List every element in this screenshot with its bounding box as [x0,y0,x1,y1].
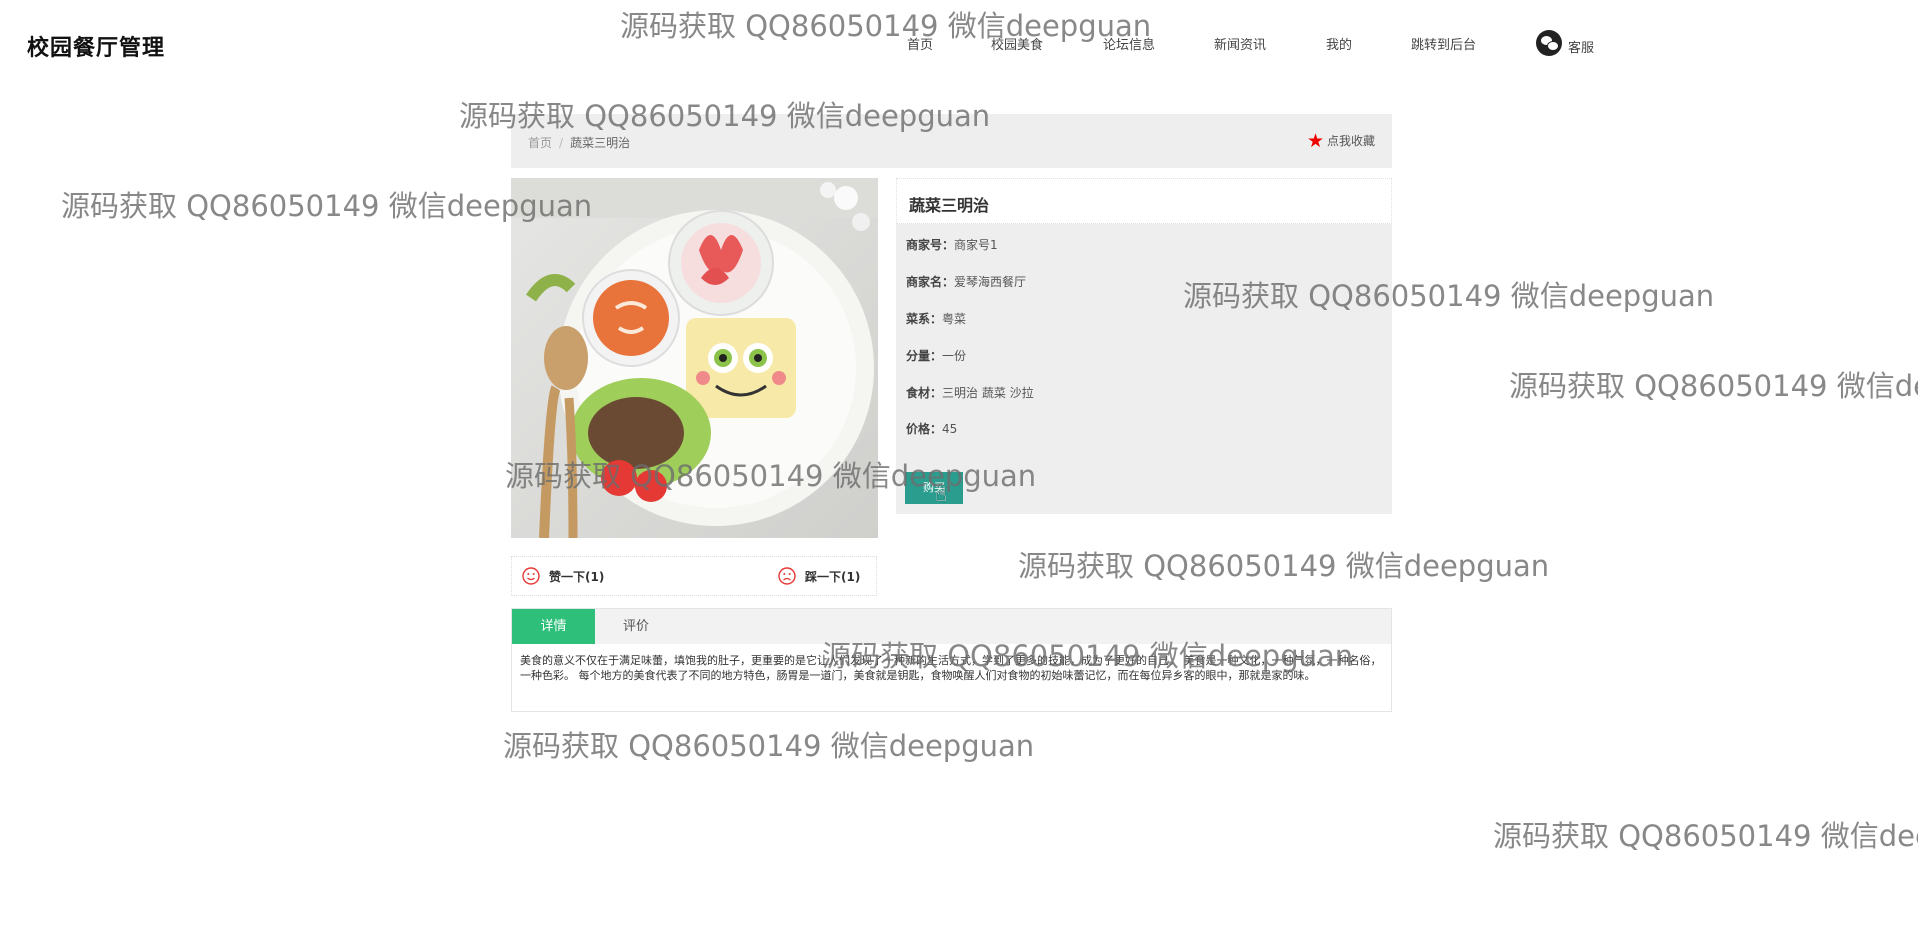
favorite-label: 点我收藏 [1326,134,1375,148]
field-ingredients: 食材：三明治 蔬菜 沙拉 [906,384,1034,401]
like-label: 赞一下(1) [549,569,605,584]
field-portion: 分量：一份 [906,347,966,364]
tab-detail[interactable]: 详情 [512,609,595,644]
nav-news[interactable]: 新闻资讯 [1214,34,1266,53]
hand-cursor-icon: ☝ [935,482,948,506]
customer-service-link[interactable]: 客服 [1536,29,1594,56]
like-button[interactable]: 赞一下(1) [522,567,604,585]
dislike-label: 踩一下(1) [805,569,861,584]
field-key: 分量： [906,349,943,363]
favorite-button[interactable]: ★ 点我收藏 [1306,129,1375,152]
nav-mine[interactable]: 我的 [1326,34,1352,53]
field-cuisine: 菜系：粤菜 [906,310,966,327]
top-header: 校园餐厅管理 首页 校园美食 论坛信息 新闻资讯 我的 跳转到后台 客服 [0,0,1918,90]
field-price: 价格：45 [906,420,957,437]
field-key: 菜系： [906,312,943,326]
buy-button[interactable]: 购买 ☝ [905,472,963,506]
watermark: 源码获取 QQ86050149 微信deepguan [503,729,1035,763]
breadcrumb-separator: / [559,136,564,150]
tab-bar: 详情 评价 [512,609,1391,644]
vote-bar: 赞一下(1) 踩一下(1) [511,556,877,596]
field-value: 一份 [942,349,967,363]
product-info-panel: 蔬菜三明治 商家号：商家号1 商家名：爱琴海西餐厅 菜系：粤菜 分量：一份 食材… [896,178,1392,514]
field-value: 45 [942,422,958,436]
star-icon: ★ [1306,129,1324,152]
wechat-icon [1536,29,1562,56]
breadcrumb-home[interactable]: 首页 [528,136,552,150]
field-key: 价格： [906,422,943,436]
field-key: 商家号： [906,238,955,252]
nav-forum[interactable]: 论坛信息 [1103,34,1155,53]
breadcrumb: 首页 / 蔬菜三明治 [528,134,630,151]
field-key: 商家名： [906,275,955,289]
watermark: 源码获取 QQ86050149 微信deepguan [1509,369,1918,403]
product-name: 蔬菜三明治 [896,178,1392,224]
customer-service-label: 客服 [1568,41,1595,56]
field-merchant-id: 商家号：商家号1 [906,236,998,253]
nav-admin[interactable]: 跳转到后台 [1411,34,1476,53]
watermark: 源码获取 QQ86050149 微信deepguan [1018,549,1550,583]
smile-icon [522,567,540,585]
dislike-button[interactable]: 踩一下(1) [778,567,860,585]
field-value: 商家号1 [954,238,998,252]
frown-icon [778,567,796,585]
breadcrumb-current: 蔬菜三明治 [570,136,631,150]
nav-home[interactable]: 首页 [907,34,933,53]
product-image [511,178,878,538]
field-key: 食材： [906,386,943,400]
site-title: 校园餐厅管理 [27,36,166,61]
tab-comments[interactable]: 评价 [596,609,676,644]
watermark: 源码获取 QQ86050149 微信deepguan [1493,819,1918,853]
detail-text: 美食的意义不仅在于满足味蕾，填饱我的肚子，更重要的是它让人们发现了一种新的生活方… [520,654,1382,682]
field-value: 三明治 蔬菜 沙拉 [942,386,1034,400]
field-merchant-name: 商家名：爱琴海西餐厅 [906,273,1026,290]
nav-campus-food[interactable]: 校园美食 [991,34,1043,53]
field-value: 粤菜 [942,312,967,326]
field-value: 爱琴海西餐厅 [954,275,1027,289]
detail-tabs: 详情 评价 美食的意义不仅在于满足味蕾，填饱我的肚子，更重要的是它让人们发现了一… [511,608,1392,712]
breadcrumb-bar: 首页 / 蔬菜三明治 ★ 点我收藏 [511,114,1392,168]
